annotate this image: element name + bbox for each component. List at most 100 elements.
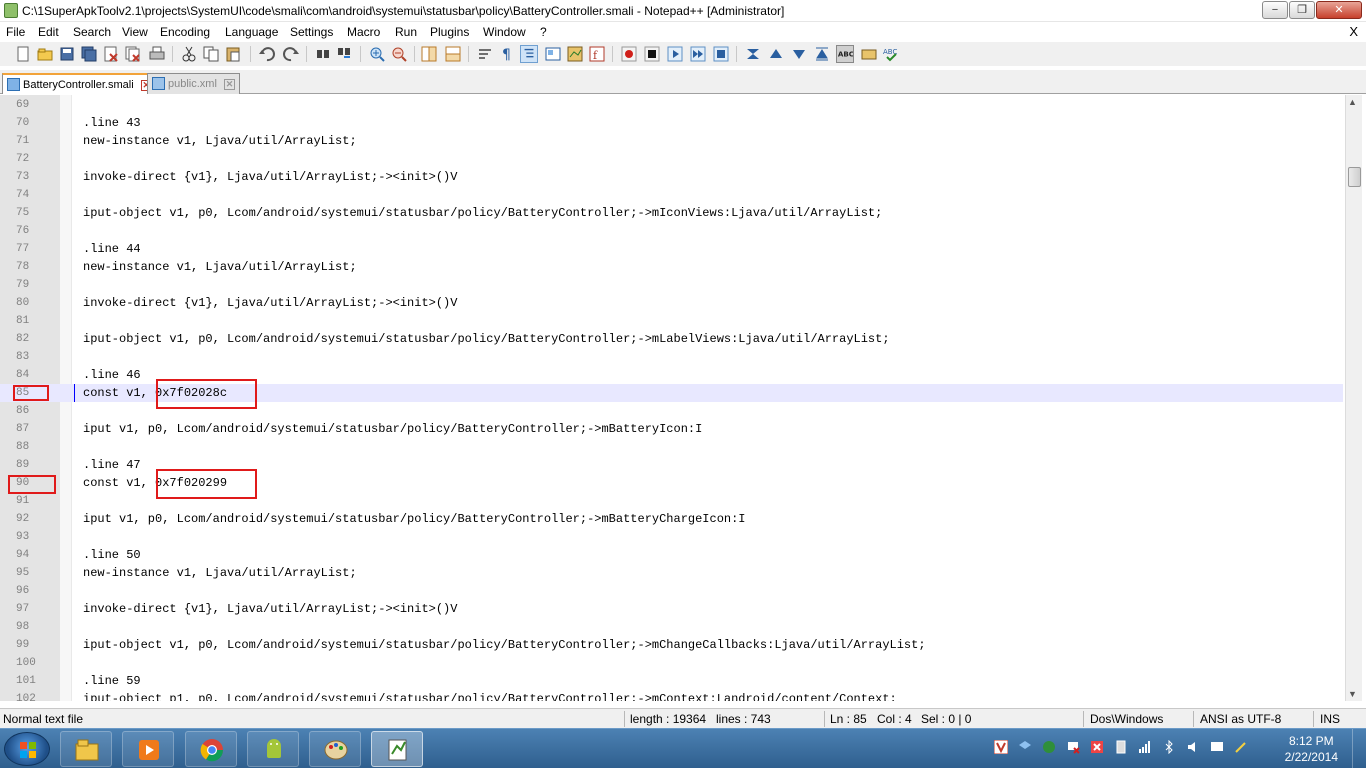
code-line[interactable]: 73 invoke-direct {v1}, Ljava/util/ArrayLi… [0, 168, 1343, 186]
find-icon[interactable] [314, 45, 332, 63]
code-line[interactable]: 95 new-instance v1, Ljava/util/ArrayList; [0, 564, 1343, 582]
zoom-out-icon[interactable] [390, 45, 408, 63]
tab-public-xml[interactable]: public.xml ✕ [147, 73, 240, 94]
code-line[interactable]: 77 .line 44 [0, 240, 1343, 258]
menu-edit[interactable]: Edit [38, 25, 59, 39]
tab-close-icon[interactable]: ✕ [223, 79, 235, 90]
code-line[interactable]: 83 [0, 348, 1343, 366]
show-desktop-button[interactable] [1352, 729, 1366, 769]
sync-v-icon[interactable] [420, 45, 438, 63]
record-macro-icon[interactable] [620, 45, 638, 63]
undo-icon[interactable] [258, 45, 276, 63]
scroll-thumb[interactable] [1348, 167, 1361, 187]
close-file-icon[interactable] [102, 45, 120, 63]
code-line[interactable]: 75 iput-object v1, p0, Lcom/android/syste… [0, 204, 1343, 222]
editor[interactable]: 69 70 .line 43 71 new-instance v1, Ljava/uti… [0, 95, 1366, 701]
zoom-in-icon[interactable] [368, 45, 386, 63]
close-button[interactable]: ✕ [1316, 1, 1362, 19]
code-line[interactable]: 82 iput-object v1, p0, Lcom/android/syste… [0, 330, 1343, 348]
wand-tray-icon[interactable] [1234, 740, 1248, 754]
all-chars-icon[interactable]: ¶ [498, 45, 516, 63]
vertical-scrollbar[interactable]: ▲ ▼ [1345, 95, 1362, 701]
antivirus-tray-icon[interactable] [994, 740, 1008, 754]
taskbar-paint[interactable] [309, 731, 361, 767]
network-tray-icon[interactable] [1042, 740, 1056, 754]
wrap-icon[interactable] [476, 45, 494, 63]
code-line[interactable]: 88 [0, 438, 1343, 456]
action-center-tray-icon[interactable] [1210, 740, 1224, 754]
scroll-up-icon[interactable]: ▲ [1348, 97, 1357, 107]
spellcheck-icon[interactable]: ABC [836, 45, 854, 63]
stop-macro-icon[interactable] [643, 45, 661, 63]
close-all-icon[interactable] [124, 45, 142, 63]
code-line[interactable]: 97 invoke-direct {v1}, Ljava/util/ArrayLi… [0, 600, 1343, 618]
up-arrow-icon[interactable] [767, 45, 785, 63]
code-line[interactable]: 69 [0, 96, 1343, 114]
code-line[interactable]: 76 [0, 222, 1343, 240]
close-document-button[interactable]: X [1349, 24, 1358, 39]
menu-search[interactable]: Search [73, 25, 111, 39]
maximize-button[interactable]: ❐ [1289, 1, 1315, 19]
code-line[interactable]: 92 iput v1, p0, Lcom/android/systemui/sta… [0, 510, 1343, 528]
menu-language[interactable]: Language [225, 25, 278, 39]
code-line[interactable]: 98 [0, 618, 1343, 636]
save-macro-icon[interactable] [712, 45, 730, 63]
device-tray-icon[interactable] [1114, 740, 1128, 754]
save-icon[interactable] [58, 45, 76, 63]
code-line[interactable]: 70 .line 43 [0, 114, 1343, 132]
code-line[interactable]: 80 invoke-direct {v1}, Ljava/util/ArrayLi… [0, 294, 1343, 312]
code-line[interactable]: 102 iput-object p1, p0, Lcom/android/syst… [0, 690, 1343, 701]
code-line[interactable]: 74 [0, 186, 1343, 204]
code-line[interactable]: 72 [0, 150, 1343, 168]
bluetooth-tray-icon[interactable] [1162, 740, 1176, 754]
code-line[interactable]: 79 [0, 276, 1343, 294]
code-line[interactable]: 96 [0, 582, 1343, 600]
down-arrow-icon[interactable] [790, 45, 808, 63]
code-line[interactable]: 101 .line 59 [0, 672, 1343, 690]
start-button[interactable] [4, 732, 50, 766]
scroll-down-icon[interactable]: ▼ [1348, 689, 1357, 699]
code-line[interactable]: 71 new-instance v1, Ljava/util/ArrayList; [0, 132, 1343, 150]
minimize-button[interactable]: − [1262, 1, 1288, 19]
code-line[interactable]: 100 [0, 654, 1343, 672]
doc-map-icon[interactable] [566, 45, 584, 63]
code-line[interactable]: 78 new-instance v1, Ljava/util/ArrayList; [0, 258, 1343, 276]
spellcheck-toggle-icon[interactable] [860, 45, 878, 63]
unfold-all-icon[interactable] [813, 45, 831, 63]
menu-macro[interactable]: Macro [347, 25, 380, 39]
tab-batterycontroller[interactable]: BatteryController.smali ✕ [2, 73, 157, 94]
play-macro-icon[interactable] [666, 45, 684, 63]
redo-icon[interactable] [282, 45, 300, 63]
menu-encoding[interactable]: Encoding [160, 25, 210, 39]
taskbar-chrome[interactable] [185, 731, 237, 767]
menu-help[interactable]: ? [540, 25, 547, 39]
run-multi-macro-icon[interactable] [689, 45, 707, 63]
menu-run[interactable]: Run [395, 25, 417, 39]
indent-guide-icon[interactable] [520, 45, 538, 63]
code-line[interactable]: 99 iput-object v1, p0, Lcom/android/syste… [0, 636, 1343, 654]
code-line[interactable]: 87 iput v1, p0, Lcom/android/systemui/sta… [0, 420, 1343, 438]
fold-all-icon[interactable] [744, 45, 762, 63]
function-list-icon[interactable]: f [588, 45, 606, 63]
new-icon[interactable] [14, 45, 32, 63]
clock[interactable]: 8:12 PM 2/22/2014 [1285, 733, 1338, 765]
sync-h-icon[interactable] [444, 45, 462, 63]
taskbar-apktool[interactable] [247, 731, 299, 767]
abc-check-icon[interactable]: ABC [882, 45, 900, 63]
taskbar-notepadpp[interactable] [371, 731, 423, 767]
signal-tray-icon[interactable] [1138, 740, 1152, 754]
flag-tray-icon[interactable] [1066, 740, 1080, 754]
volume-tray-icon[interactable] [1186, 740, 1200, 754]
taskbar-media-player[interactable] [122, 731, 174, 767]
code-line[interactable]: 94 .line 50 [0, 546, 1343, 564]
open-icon[interactable] [36, 45, 54, 63]
save-all-icon[interactable] [80, 45, 98, 63]
menu-settings[interactable]: Settings [290, 25, 333, 39]
menu-window[interactable]: Window [483, 25, 526, 39]
dropbox-tray-icon[interactable] [1018, 740, 1032, 754]
copy-icon[interactable] [202, 45, 220, 63]
user-lang-icon[interactable] [544, 45, 562, 63]
print-icon[interactable] [148, 45, 166, 63]
paste-icon[interactable] [224, 45, 242, 63]
menu-file[interactable]: File [6, 25, 25, 39]
